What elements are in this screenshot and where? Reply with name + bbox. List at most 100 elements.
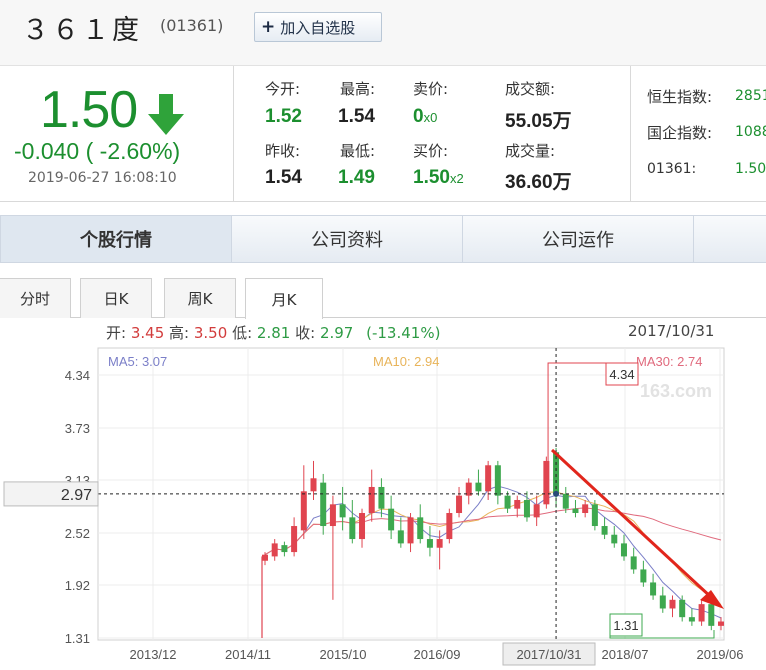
x-tick-label: 2014/11 bbox=[225, 647, 271, 662]
ma-label: MA5: 3.07 bbox=[108, 354, 167, 369]
candle-body bbox=[620, 543, 627, 557]
volume-label: 成交量: bbox=[505, 142, 556, 160]
stock-name: ３６１度 bbox=[22, 15, 142, 46]
y-tick-label: 1.92 bbox=[65, 578, 90, 593]
bid-label: 买价: bbox=[413, 142, 449, 160]
candle-body bbox=[650, 582, 657, 596]
candle-body bbox=[718, 621, 724, 626]
volume-value: 36.60万 bbox=[505, 172, 572, 193]
candle-body bbox=[436, 539, 443, 548]
candle-body bbox=[300, 491, 307, 531]
candle-body bbox=[708, 604, 715, 626]
y-tick-label: 3.73 bbox=[65, 421, 90, 436]
candle-body bbox=[388, 508, 395, 531]
low-marker-label: 1.31 bbox=[613, 618, 638, 633]
candle-body bbox=[407, 517, 414, 544]
low-label: 最低: bbox=[340, 142, 376, 160]
y-tick-label: 2.52 bbox=[65, 526, 90, 541]
tab-company-profile[interactable]: 公司资料 bbox=[231, 215, 463, 263]
candle-body bbox=[572, 508, 579, 514]
turnover-label: 成交额: bbox=[505, 80, 556, 98]
turnover-value: 55.05万 bbox=[505, 111, 572, 132]
stock-code: (01361) bbox=[160, 16, 224, 35]
y-tick-label: 4.34 bbox=[65, 368, 90, 383]
x-tick-label: 2018/07 bbox=[602, 647, 649, 662]
stock-header: ３６１度 (01361) + 加入自选股 bbox=[0, 0, 766, 66]
candle-body bbox=[533, 504, 540, 518]
candle-body bbox=[679, 599, 686, 618]
candle-body bbox=[523, 499, 530, 518]
current-price: 1.50 bbox=[40, 81, 138, 139]
subtab-intraday[interactable]: 分时 bbox=[0, 278, 71, 318]
hsi-value: 2851 bbox=[735, 88, 766, 104]
ask-value: 0x0 bbox=[413, 106, 438, 127]
candle-body bbox=[659, 595, 666, 609]
candle-body bbox=[582, 504, 589, 514]
x-tick-label: 2015/10 bbox=[320, 647, 367, 662]
subtab-monthly-k[interactable]: 月K bbox=[245, 278, 323, 319]
candle-body bbox=[359, 513, 366, 540]
main-tabs: 个股行情 公司资料 公司运作 bbox=[0, 215, 766, 263]
candle-body bbox=[320, 482, 327, 527]
prev-close-value: 1.54 bbox=[265, 167, 302, 188]
candle-body bbox=[591, 504, 598, 527]
candle-body bbox=[562, 493, 569, 509]
bid-value: 1.50x2 bbox=[413, 167, 464, 188]
candle-body bbox=[397, 530, 404, 544]
high-marker-label: 4.34 bbox=[609, 367, 634, 382]
candle-body bbox=[640, 569, 647, 583]
candle-body bbox=[485, 465, 492, 492]
candle-body bbox=[368, 486, 375, 514]
candle-body bbox=[630, 556, 637, 570]
candle-body bbox=[378, 486, 385, 509]
candle-body bbox=[329, 504, 336, 527]
crosshair-y-label: 2.97 bbox=[61, 487, 92, 504]
ask-label: 卖价: bbox=[413, 80, 449, 98]
open-label: 今开: bbox=[265, 80, 301, 98]
candle-body bbox=[504, 495, 511, 509]
low-value: 1.49 bbox=[338, 167, 375, 188]
subtab-weekly-k[interactable]: 周K bbox=[164, 278, 236, 318]
quote-panel: 1.50 -0.040 ( -2.60%) 2019-06-27 16:08:1… bbox=[0, 66, 766, 202]
x-tick-label: 2017/10/31 bbox=[516, 647, 581, 662]
crosshair-dot bbox=[553, 490, 560, 497]
ma-label: MA10: 2.94 bbox=[373, 354, 440, 369]
y-tick-label: 1.31 bbox=[65, 631, 90, 646]
candle-body bbox=[262, 554, 268, 561]
chart-period-tabs: 分时 日K 周K 月K bbox=[0, 276, 766, 319]
plus-icon: + bbox=[261, 17, 276, 37]
candle-body bbox=[698, 604, 705, 622]
candle-body bbox=[310, 478, 317, 492]
candle-body bbox=[417, 517, 424, 540]
watermark-text: 163.com bbox=[640, 381, 712, 401]
x-tick-label: 2019/06 bbox=[697, 647, 744, 662]
candle-body bbox=[349, 517, 356, 540]
quote-time: 2019-06-27 16:08:10 bbox=[28, 170, 177, 186]
index-box: 恒生指数: 2851 国企指数: 1088 01361: 1.50 bbox=[630, 66, 766, 202]
down-arrow-icon bbox=[148, 94, 184, 135]
prev-close-label: 昨收: bbox=[265, 142, 301, 160]
tab-quote[interactable]: 个股行情 bbox=[0, 215, 232, 263]
x-tick-label: 2013/12 bbox=[130, 647, 177, 662]
subtab-daily-k[interactable]: 日K bbox=[80, 278, 152, 318]
candle-body bbox=[688, 617, 695, 622]
candle-body bbox=[291, 526, 298, 553]
candle-body bbox=[543, 460, 550, 505]
hscei-value: 1088 bbox=[735, 124, 766, 140]
kline-chart[interactable]: 4.343.733.132.521.921.31 2013/12 2014/11 2… bbox=[0, 340, 766, 670]
add-to-watchlist-button[interactable]: + 加入自选股 bbox=[254, 12, 382, 42]
ma-label: MA30: 2.74 bbox=[636, 354, 703, 369]
hsi-label[interactable]: 恒生指数: bbox=[647, 86, 712, 107]
candle-body bbox=[475, 482, 482, 492]
candle-body bbox=[601, 526, 608, 535]
tab-company-operations[interactable]: 公司运作 bbox=[462, 215, 694, 263]
hscei-label[interactable]: 国企指数: bbox=[647, 122, 712, 143]
x-tick-label: 2016/09 bbox=[414, 647, 461, 662]
stock-index-label: 01361: bbox=[647, 161, 697, 177]
candle-body bbox=[281, 545, 288, 553]
candle-body bbox=[669, 599, 676, 609]
tab-more[interactable] bbox=[693, 215, 766, 263]
open-value: 1.52 bbox=[265, 106, 302, 127]
ohlc-date: 2017/10/31 bbox=[628, 322, 715, 340]
add-to-watchlist-label: 加入自选股 bbox=[280, 18, 356, 37]
